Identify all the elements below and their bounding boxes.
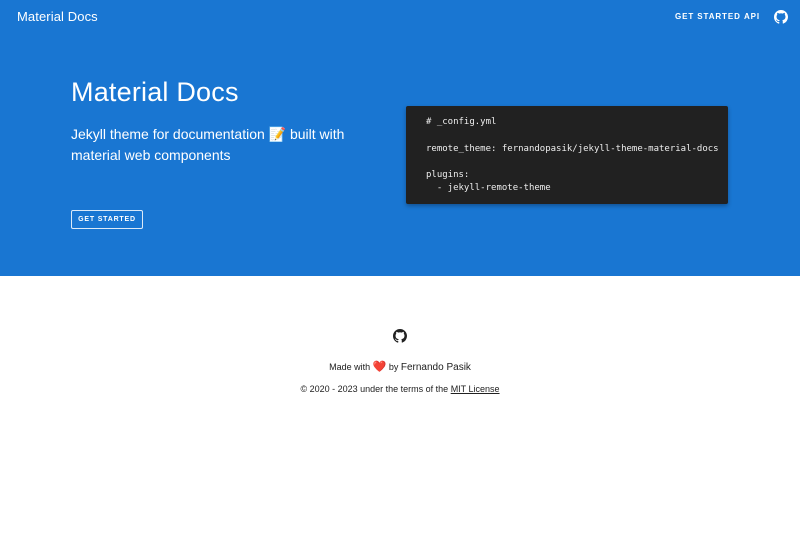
code-line: remote_theme: fernandopasik/jekyll-theme… <box>426 144 719 154</box>
config-code-block: # _config.yml remote_theme: fernandopasi… <box>406 106 728 204</box>
hero-title: Material Docs <box>71 77 239 107</box>
brand-title[interactable]: Material Docs <box>17 9 98 24</box>
license-link[interactable]: MIT License <box>451 384 500 394</box>
hero-subtitle: Jekyll theme for documentation 📝 built w… <box>71 126 345 163</box>
by-text: by <box>388 362 399 372</box>
code-line: # _config.yml <box>426 117 497 127</box>
hero-section: Material Docs GET STARTED API Material D… <box>0 0 800 276</box>
github-icon[interactable] <box>774 10 788 24</box>
copyright-text: © 2020 - 2023 under the terms of the <box>300 384 449 394</box>
github-icon[interactable] <box>393 329 407 343</box>
copyright-line: © 2020 - 2023 under the terms of the MIT… <box>0 384 800 394</box>
footer: Made with ❤️ by Fernando Pasik © 2020 - … <box>0 276 800 533</box>
heart-icon: ❤️ <box>372 361 387 373</box>
code-line: plugins: <box>426 170 470 180</box>
author-link[interactable]: Fernando Pasik <box>401 362 471 373</box>
get-started-button[interactable]: GET STARTED <box>71 210 143 229</box>
made-with-prefix: Made with <box>329 362 371 372</box>
code-line: - jekyll-remote-theme <box>426 183 551 193</box>
nav-get-started-link[interactable]: GET STARTED <box>675 12 741 21</box>
made-with-line: Made with ❤️ by Fernando Pasik <box>0 360 800 373</box>
top-app-bar: Material Docs GET STARTED API <box>0 0 800 34</box>
nav-api-link[interactable]: API <box>744 12 760 21</box>
